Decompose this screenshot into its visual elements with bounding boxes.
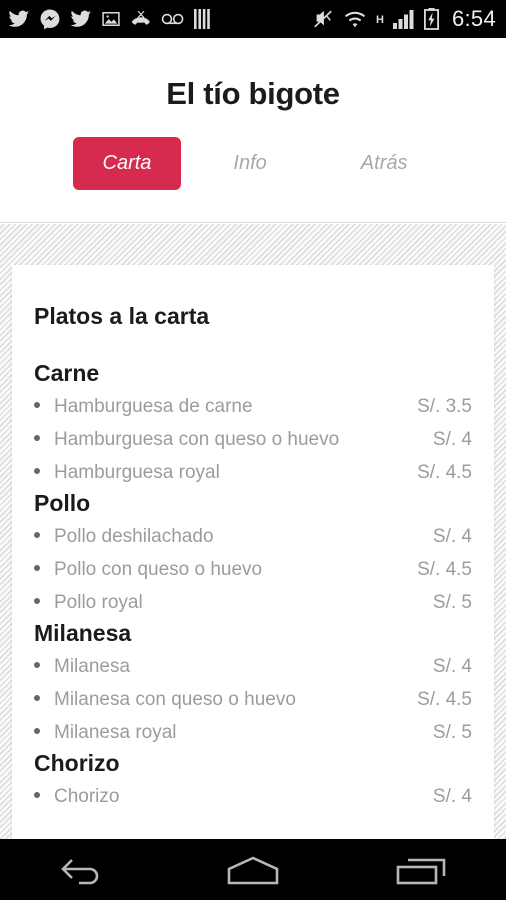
menu-item-price: S/. 5 <box>432 722 472 743</box>
menu-item-price: S/. 4.5 <box>417 462 472 483</box>
menu-item-price: S/. 4.5 <box>417 689 472 710</box>
app-header: El tío bigote Carta Info Atrás <box>0 38 506 223</box>
status-bar-notification-icons <box>8 8 312 30</box>
facebook-messenger-icon <box>39 8 61 30</box>
menu-section: Pollo Pollo deshilachado S/. 4 Pollo con… <box>34 490 472 620</box>
menu-item-name: Pollo deshilachado <box>54 526 214 547</box>
tab-info[interactable]: Info <box>207 138 292 189</box>
section-heading: Chorizo <box>34 750 120 776</box>
bullet-icon <box>34 728 40 734</box>
back-arrow-icon <box>59 853 109 887</box>
bullet-icon <box>34 435 40 441</box>
menu-item[interactable]: Pollo con queso o huevo S/. 4.5 <box>34 554 472 587</box>
missed-call-icon <box>130 9 152 29</box>
menu-card[interactable]: Platos a la carta Carne Hamburguesa de c… <box>12 265 494 839</box>
status-bar-clock: 6:54 <box>451 6 496 31</box>
twitter-icon <box>70 8 92 30</box>
menu-item-name: Milanesa con queso o huevo <box>54 689 296 710</box>
recents-button[interactable] <box>367 839 477 900</box>
menu-item[interactable]: Hamburguesa royal S/. 4.5 <box>34 457 472 490</box>
section-heading: Pollo <box>34 490 91 516</box>
menu-item-price: S/. 4 <box>432 429 472 450</box>
menu-heading: Platos a la carta <box>34 303 210 329</box>
menu-item-price: S/. 5 <box>432 592 472 613</box>
bullet-icon <box>34 402 40 408</box>
wifi-icon <box>343 10 367 28</box>
home-button[interactable] <box>198 839 308 900</box>
menu-item-name: Hamburguesa con queso o huevo <box>54 429 340 450</box>
menu-section: Carne Hamburguesa de carne S/. 3.5 Hambu… <box>34 360 472 490</box>
tab-bar: Carta Info Atrás <box>0 137 506 190</box>
menu-item[interactable]: Pollo deshilachado S/. 4 <box>34 521 472 554</box>
bullet-icon <box>34 695 40 701</box>
voicemail-icon <box>161 11 185 27</box>
menu-item-price: S/. 4 <box>432 786 472 807</box>
menu-item-price: S/. 4 <box>432 526 472 547</box>
equalizer-bars-icon <box>194 9 212 29</box>
menu-section: Chorizo Chorizo S/. 4 <box>34 750 472 814</box>
menu-item[interactable]: Chorizo S/. 4 <box>34 781 472 814</box>
bullet-icon <box>34 662 40 668</box>
menu-item-price: S/. 3.5 <box>417 396 472 417</box>
bullet-icon <box>34 565 40 571</box>
section-heading: Milanesa <box>34 620 132 646</box>
home-icon <box>225 854 281 886</box>
photo-image-icon <box>101 9 121 29</box>
menu-item[interactable]: Milanesa royal S/. 5 <box>34 717 472 750</box>
menu-item-name: Milanesa <box>54 656 131 677</box>
page-title: El tío bigote <box>166 76 340 111</box>
menu-item-price: S/. 4.5 <box>417 559 472 580</box>
menu-item-name: Milanesa royal <box>54 722 177 743</box>
bullet-icon <box>34 598 40 604</box>
back-button[interactable] <box>29 839 139 900</box>
menu-item-name: Hamburguesa royal <box>54 462 220 483</box>
android-navigation-bar <box>0 839 506 900</box>
menu-item-price: S/. 4 <box>432 656 472 677</box>
cellular-signal-icon <box>392 9 415 29</box>
menu-item-name: Pollo royal <box>54 592 143 613</box>
menu-item-name: Chorizo <box>54 786 120 807</box>
bullet-icon <box>34 468 40 474</box>
menu-item[interactable]: Pollo royal S/. 5 <box>34 587 472 620</box>
network-type-hspa-label: H <box>376 14 384 26</box>
menu-item[interactable]: Hamburguesa de carne S/. 3.5 <box>34 391 472 424</box>
section-heading: Carne <box>34 360 100 386</box>
tab-carta[interactable]: Carta <box>72 137 182 190</box>
phone-screen: H 6:54 El tío bigote Carta Info Atrás Pl… <box>0 0 506 900</box>
twitter-icon <box>8 8 30 30</box>
menu-item-name: Hamburguesa de carne <box>54 396 253 417</box>
android-status-bar: H 6:54 <box>0 0 506 38</box>
menu-item[interactable]: Milanesa con queso o huevo S/. 4.5 <box>34 684 472 717</box>
bullet-icon <box>34 792 40 798</box>
menu-section: Milanesa Milanesa S/. 4 Milanesa con que… <box>34 620 472 750</box>
battery-charging-icon <box>423 8 439 30</box>
vibrate-off-icon <box>312 9 334 29</box>
bullet-icon <box>34 532 40 538</box>
menu-item[interactable]: Milanesa S/. 4 <box>34 651 472 684</box>
menu-item-name: Pollo con queso o huevo <box>54 559 263 580</box>
tab-atras[interactable]: Atrás <box>335 138 434 189</box>
menu-item[interactable]: Hamburguesa con queso o huevo S/. 4 <box>34 424 472 457</box>
status-bar-system-icons: H 6:54 <box>312 6 496 32</box>
recents-icon <box>396 854 448 886</box>
